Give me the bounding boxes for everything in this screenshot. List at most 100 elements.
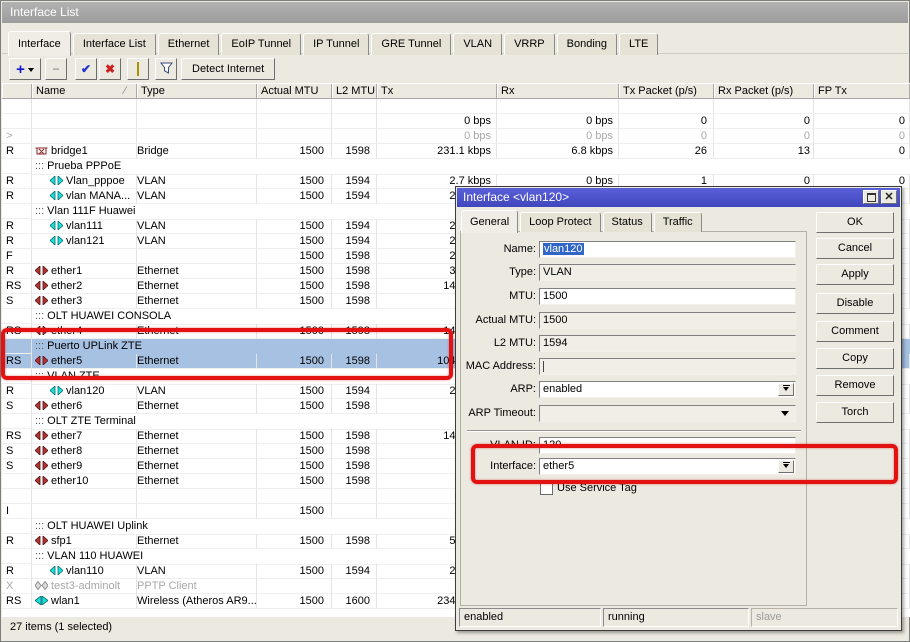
dialog-tab-general[interactable]: General <box>461 210 518 233</box>
column-header-fp-tx[interactable]: FP Tx <box>814 84 910 98</box>
cancel-button[interactable]: Cancel <box>816 238 894 259</box>
interface-vlan120-dialog: Interface <vlan120> ✕ GeneralLoop Protec… <box>455 186 902 631</box>
comment-button[interactable]: Comment <box>816 321 894 342</box>
window-title: Interface List <box>10 5 79 19</box>
row-type: VLAN <box>137 234 257 249</box>
vlan-id-label: VLAN ID: <box>456 437 536 454</box>
vlan-id-field[interactable]: 120 <box>539 437 796 454</box>
row-l2-mtu: 1594 <box>332 234 377 249</box>
row-rx-packet <box>714 99 814 114</box>
dialog-tab-loop-protect[interactable]: Loop Protect <box>520 212 600 232</box>
tab-eoip-tunnel[interactable]: EoIP Tunnel <box>221 33 301 55</box>
name-field[interactable]: vlan120 <box>539 241 796 258</box>
actual-mtu-label: Actual MTU: <box>456 312 536 329</box>
vlan-icon <box>50 220 63 234</box>
close-button[interactable]: ✕ <box>881 190 897 204</box>
row-actual-mtu: 1500 <box>257 429 332 444</box>
column-header-tx-packet-p-s[interactable]: Tx Packet (p/s) <box>619 84 714 98</box>
column-header-type[interactable]: Type <box>137 84 257 98</box>
column-header-l2-mtu[interactable]: L2 MTU <box>332 84 377 98</box>
row-flag <box>2 414 32 429</box>
row-l2-mtu: 1598 <box>332 354 377 369</box>
row-rx-packet: 13 <box>714 144 814 159</box>
comment-prefix: ::: <box>35 310 44 322</box>
row-type: Wireless (Atheros AR9... <box>137 594 257 609</box>
remove-button[interactable]: Remove <box>816 375 894 396</box>
row-name: ether7 <box>32 429 137 444</box>
row-tx-packet: 0 <box>619 114 714 129</box>
tab-gre-tunnel[interactable]: GRE Tunnel <box>371 33 451 55</box>
row-flag: S <box>2 459 32 474</box>
row-flag <box>2 339 32 354</box>
row-actual-mtu: 1500 <box>257 294 332 309</box>
tab-ip-tunnel[interactable]: IP Tunnel <box>303 33 369 55</box>
apply-button[interactable]: Apply <box>816 264 894 285</box>
column-header-name[interactable]: Name∕ <box>32 84 137 98</box>
row-type <box>137 129 257 144</box>
mtu-field[interactable]: 1500 <box>539 288 796 305</box>
row-flag: I <box>2 504 32 519</box>
column-header-rx-packet-p-s[interactable]: Rx Packet (p/s) <box>714 84 814 98</box>
enable-button[interactable]: ✔ <box>75 58 97 80</box>
row-flag: > <box>2 129 32 144</box>
row-name: test3-adminolt <box>32 579 137 594</box>
row-name: ether1 <box>32 264 137 279</box>
interface-dropdown[interactable]: ether5 <box>539 458 796 475</box>
filter-button[interactable] <box>155 58 177 80</box>
table-row[interactable]: 0 bps0 bps000 <box>2 114 910 129</box>
tab-vrrp[interactable]: VRRP <box>504 33 555 55</box>
add-button[interactable]: + <box>9 58 41 80</box>
arp-timeout-dropdown[interactable] <box>539 405 796 422</box>
row-l2-mtu: 1598 <box>332 144 377 159</box>
chevron-down-icon[interactable] <box>781 411 789 420</box>
table-row[interactable]: Rbridge1Bridge15001598231.1 kbps6.8 kbps… <box>2 144 910 159</box>
row-name <box>32 129 137 144</box>
comment-note-icon <box>137 63 139 75</box>
row-flag: R <box>2 219 32 234</box>
column-header-rx[interactable]: Rx <box>497 84 619 98</box>
table-row[interactable]: >0 bps0 bps000 <box>2 129 910 144</box>
column-header-tx[interactable]: Tx <box>377 84 497 98</box>
comment-prefix: ::: <box>35 205 44 217</box>
copy-button[interactable]: Copy <box>816 348 894 369</box>
detect-internet-button[interactable]: Detect Internet <box>181 58 275 80</box>
row-name: vlan120 <box>32 384 137 399</box>
comment-row[interactable]: :::Prueba PPPoE <box>2 159 910 174</box>
plus-icon: + <box>16 62 25 77</box>
disable-button[interactable]: Disable <box>816 293 894 314</box>
arp-dropdown-button[interactable] <box>778 383 794 396</box>
l2-mtu-value: 1594 <box>543 337 567 349</box>
row-flag: RS <box>2 429 32 444</box>
disable-button[interactable]: ✖ <box>99 58 121 80</box>
tab-lte[interactable]: LTE <box>619 33 658 55</box>
tab-bonding[interactable]: Bonding <box>557 33 617 55</box>
minus-icon: − <box>52 62 59 76</box>
maximize-button[interactable] <box>863 190 879 204</box>
dialog-tab-status[interactable]: Status <box>603 212 652 232</box>
bridge-icon <box>35 145 48 159</box>
tab-vlan[interactable]: VLAN <box>453 33 502 55</box>
tab-interface-list[interactable]: Interface List <box>73 33 156 55</box>
tab-ethernet[interactable]: Ethernet <box>158 33 220 55</box>
tab-interface[interactable]: Interface <box>8 31 71 56</box>
use-service-tag-label: Use Service Tag <box>557 482 637 495</box>
interface-dropdown-button[interactable] <box>778 460 794 473</box>
column-header-actual-mtu[interactable]: Actual MTU <box>257 84 332 98</box>
section-divider <box>467 430 801 432</box>
row-l2-mtu: 1598 <box>332 459 377 474</box>
row-actual-mtu: 1500 <box>257 174 332 189</box>
row-type: Ethernet <box>137 324 257 339</box>
arp-dropdown[interactable]: enabled <box>539 381 796 398</box>
row-flag: X <box>2 579 32 594</box>
row-fp-tx: 0 <box>814 144 910 159</box>
comment-button[interactable] <box>127 58 149 80</box>
row-flag: F <box>2 249 32 264</box>
use-service-tag-checkbox[interactable] <box>540 482 553 495</box>
ok-button[interactable]: OK <box>816 212 894 233</box>
row-flag <box>2 204 32 219</box>
remove-button[interactable]: − <box>45 58 67 80</box>
row-type <box>137 489 257 504</box>
table-row <box>2 99 910 114</box>
dialog-tab-traffic[interactable]: Traffic <box>654 212 702 232</box>
torch-button[interactable]: Torch <box>816 402 894 423</box>
